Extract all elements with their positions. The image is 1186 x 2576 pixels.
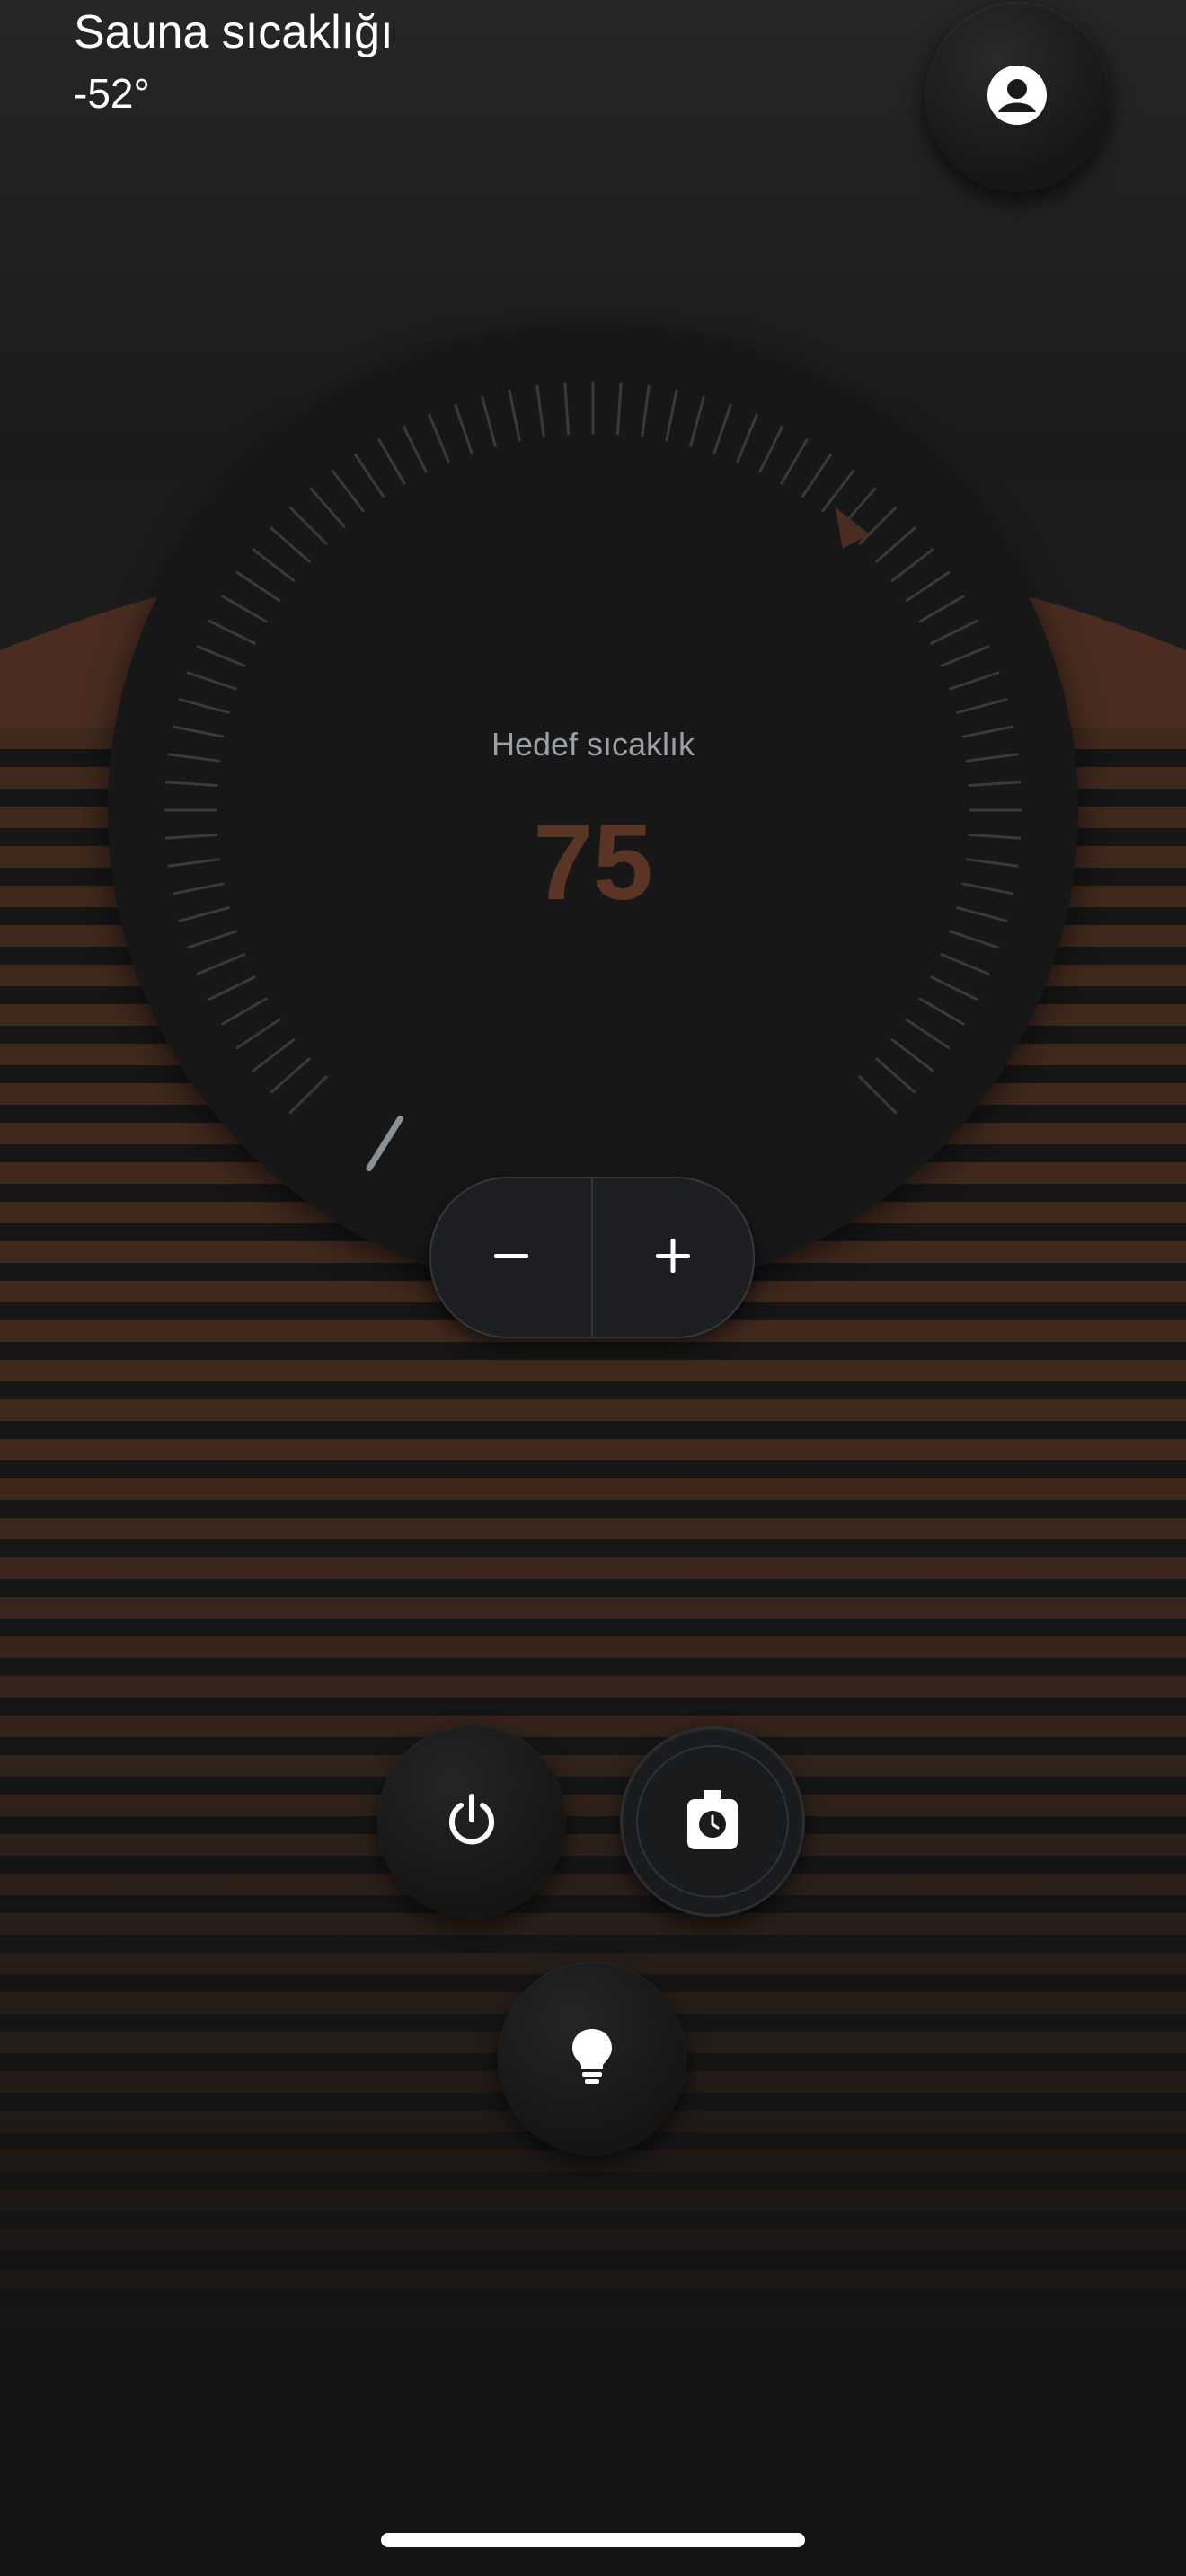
- temperature-dial[interactable]: Hedef sıcaklık 75: [108, 325, 1078, 1295]
- dial-tick: [288, 506, 328, 545]
- dial-start-marker: [366, 1115, 403, 1172]
- dial-tick: [270, 1057, 311, 1094]
- dial-tick: [736, 413, 758, 463]
- dial-tick: [252, 548, 296, 582]
- dial-tick: [196, 645, 246, 667]
- dial-tick: [918, 997, 965, 1026]
- dial-tick: [178, 698, 230, 714]
- dial-tick: [252, 1038, 296, 1072]
- dial-tick: [930, 975, 978, 1001]
- dial-tick: [196, 953, 246, 975]
- dial-tick: [665, 389, 678, 442]
- dial-tick: [164, 833, 218, 840]
- dial-tick: [949, 930, 1000, 949]
- dial-tick: [801, 453, 832, 498]
- decrement-button[interactable]: [431, 1178, 591, 1337]
- dial-tick: [167, 858, 221, 868]
- dial-tick: [821, 469, 855, 513]
- dial-tick: [641, 384, 651, 438]
- dial-tick: [905, 571, 951, 603]
- dial-tick: [758, 425, 784, 473]
- dial-tick: [858, 1075, 898, 1115]
- dial-tick: [949, 671, 1000, 691]
- dial-tick: [890, 1038, 934, 1072]
- dial-tick: [905, 1018, 951, 1049]
- dial-tick: [186, 671, 237, 691]
- dial-tick: [956, 698, 1008, 714]
- dial-tick: [208, 975, 256, 1001]
- timer-button[interactable]: [620, 1726, 805, 1917]
- dial-tick: [858, 506, 898, 545]
- increment-button[interactable]: [593, 1178, 753, 1337]
- dial-label: Hedef sıcaklık: [491, 726, 695, 763]
- dial-tick: [965, 858, 1019, 868]
- page-title: Sauna sıcaklığı: [74, 6, 394, 58]
- dial-tick: [186, 930, 237, 949]
- dial-tick: [164, 781, 218, 788]
- profile-button[interactable]: [925, 2, 1109, 192]
- dial-tick: [178, 906, 230, 922]
- dial-tick: [172, 882, 225, 895]
- dial-tick: [961, 725, 1014, 738]
- dial-tick: [172, 725, 225, 738]
- dial-tick: [968, 781, 1022, 788]
- dial-tick: [208, 619, 256, 645]
- target-temperature: 75: [533, 802, 653, 922]
- dial-tick: [221, 997, 268, 1026]
- dial-tick: [235, 571, 281, 603]
- dial-tick: [918, 595, 965, 623]
- dial-tick: [940, 953, 990, 975]
- dial-tick: [309, 487, 346, 528]
- sauna-screen: Sauna sıcaklığı -52° Hedef sıcaklık 75: [0, 0, 1186, 2576]
- dial-tick: [615, 382, 623, 436]
- dial-tick: [875, 1057, 916, 1094]
- timer-icon: [684, 1788, 741, 1856]
- dial-tick: [481, 395, 497, 447]
- timer-button-ring: [636, 1745, 789, 1898]
- user-icon: [986, 64, 1049, 131]
- dial-tick: [270, 526, 311, 563]
- dial-tick: [961, 882, 1014, 895]
- dial-tick: [563, 382, 571, 436]
- dial-tick: [712, 403, 732, 454]
- dial-tick: [508, 389, 521, 442]
- dial-tick: [968, 833, 1022, 840]
- dial-tick: [930, 619, 978, 645]
- dial-tick: [689, 395, 705, 447]
- dial-tick: [875, 526, 916, 563]
- dial-tick: [167, 753, 221, 763]
- dial-tick: [235, 1018, 281, 1049]
- dial-tick: [890, 548, 934, 582]
- home-indicator[interactable]: [381, 2533, 805, 2547]
- dial-tick: [288, 1075, 328, 1115]
- power-button[interactable]: [377, 1725, 566, 1919]
- dial-tick: [535, 384, 545, 438]
- light-button[interactable]: [498, 1962, 686, 2156]
- dial-tick: [331, 469, 365, 513]
- minus-icon: [491, 1235, 532, 1281]
- dial-tick: [454, 403, 474, 454]
- temperature-stepper: [429, 1177, 755, 1338]
- dial-tick: [354, 453, 385, 498]
- dial-tick: [428, 413, 450, 463]
- dial-tick: [221, 595, 268, 623]
- dial-tick: [956, 906, 1008, 922]
- dial-tick: [402, 425, 428, 473]
- power-icon: [443, 1791, 500, 1853]
- dial-tick: [940, 645, 990, 667]
- dial-tick: [965, 753, 1019, 763]
- plus-icon: [652, 1235, 694, 1281]
- lightbulb-icon: [567, 2025, 617, 2093]
- dial-tick: [780, 438, 809, 485]
- current-temperature: -52°: [74, 70, 150, 117]
- dial-tick: [377, 438, 406, 485]
